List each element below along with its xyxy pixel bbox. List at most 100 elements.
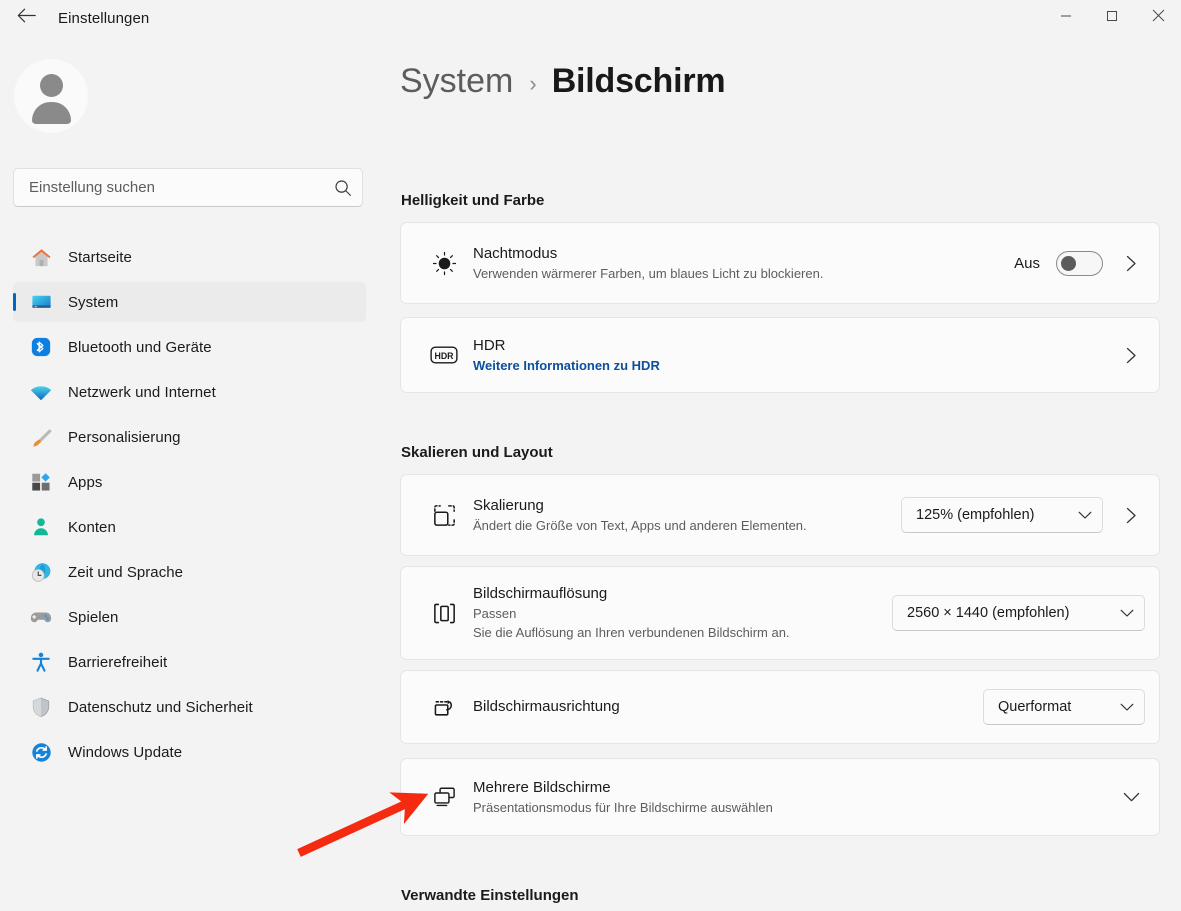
sidebar-nav: Startseite System Bluetooth und Geräte N…: [0, 232, 380, 777]
card-nachtmodus[interactable]: Nachtmodus Verwenden wärmerer Farben, um…: [400, 222, 1160, 304]
multiple-displays-icon: [415, 785, 473, 809]
breadcrumb-parent[interactable]: System: [400, 62, 513, 101]
chevron-right-icon[interactable]: [1117, 255, 1145, 272]
wifi-icon: [25, 380, 57, 404]
chevron-right-icon[interactable]: [1117, 507, 1145, 524]
avatar-head: [39, 74, 63, 97]
night-mode-toggle[interactable]: [1056, 250, 1103, 276]
selection-indicator: [13, 293, 16, 311]
arrow-left-icon: [17, 8, 36, 28]
sidebar-item-label: Datenschutz und Sicherheit: [68, 698, 253, 716]
card-bildschirmausrichtung[interactable]: Bildschirmausrichtung Querformat: [400, 670, 1160, 744]
sidebar-item-windows-update[interactable]: Windows Update: [13, 732, 366, 772]
card-title: Nachtmodus: [473, 244, 558, 262]
avatar[interactable]: [14, 59, 88, 133]
card-subtitle: Präsentationsmodus für Ihre Bildschirme …: [473, 799, 773, 815]
sidebar-item-label: Startseite: [68, 248, 132, 266]
page-title: Bildschirm: [551, 62, 726, 100]
sidebar-item-barrierefreiheit[interactable]: Barrierefreiheit: [13, 642, 366, 682]
hdr-badge-icon: HDR: [415, 344, 473, 366]
sidebar-item-datenschutz-und-sicherheit[interactable]: Datenschutz und Sicherheit: [13, 687, 366, 727]
scale-resize-icon: [415, 502, 473, 529]
search-icon[interactable]: [324, 179, 362, 197]
sidebar-item-spielen[interactable]: Spielen: [13, 597, 366, 637]
sidebar-item-konten[interactable]: Konten: [13, 507, 366, 547]
svg-text:HDR: HDR: [435, 351, 455, 361]
sidebar-item-system[interactable]: System: [13, 282, 366, 322]
card-hdr[interactable]: HDR HDR Weitere Informationen zu HDR: [400, 317, 1160, 393]
scaling-dropdown-value: 125% (empfohlen): [916, 507, 1035, 523]
card-skalierung[interactable]: Skalierung Ändert die Größe von Text, Ap…: [400, 474, 1160, 556]
section-heading-skalieren-und-layout: Skalieren und Layout: [401, 444, 553, 461]
card-mehrere-bildschirme[interactable]: Mehrere Bildschirme Präsentationsmodus f…: [400, 758, 1160, 836]
sidebar-item-label: Konten: [68, 518, 116, 536]
maximize-icon: [1106, 9, 1118, 27]
card-subtitle: Verwenden wärmerer Farben, um blaues Lic…: [473, 265, 824, 281]
sidebar-item-apps[interactable]: Apps: [13, 462, 366, 502]
back-button[interactable]: [4, 2, 48, 34]
card-title: Mehrere Bildschirme: [473, 778, 611, 796]
accounts-person-icon: [25, 516, 57, 538]
hdr-learn-more-link[interactable]: Weitere Informationen zu HDR: [473, 357, 1117, 375]
main-content: System › Bildschirm Helligkeit und Farbe…: [380, 36, 1181, 911]
sidebar-item-startseite[interactable]: Startseite: [13, 237, 366, 277]
night-light-sun-icon: [415, 250, 473, 277]
chevron-down-icon: [1120, 703, 1134, 712]
card-title: HDR: [473, 336, 506, 354]
card-title: Skalierung: [473, 496, 544, 514]
clock-globe-icon: [25, 561, 57, 584]
window-title: Einstellungen: [58, 9, 150, 27]
display-orientation-icon: [415, 694, 473, 721]
card-text: HDR Weitere Informationen zu HDR: [473, 336, 1117, 375]
maximize-button[interactable]: [1089, 0, 1135, 36]
card-controls: [1117, 347, 1145, 364]
close-icon: [1152, 9, 1165, 27]
resolution-dropdown[interactable]: 2560 × 1440 (empfohlen): [892, 595, 1145, 631]
home-icon: [25, 246, 57, 269]
system-monitor-icon: [25, 291, 57, 314]
close-button[interactable]: [1135, 0, 1181, 36]
minimize-button[interactable]: [1043, 0, 1089, 36]
card-bildschirmaufloesung[interactable]: Bildschirmauflösung Passen Sie die Auflö…: [400, 566, 1160, 660]
avatar-body: [31, 102, 71, 124]
sidebar-item-zeit-und-sprache[interactable]: Zeit und Sprache: [13, 552, 366, 592]
card-controls: Querformat: [983, 689, 1145, 725]
paintbrush-icon: [25, 426, 57, 449]
card-title: Bildschirmausrichtung: [473, 698, 620, 715]
card-controls: [1117, 792, 1145, 803]
sidebar-item-netzwerk-und-internet[interactable]: Netzwerk und Internet: [13, 372, 366, 412]
bluetooth-icon: [25, 336, 57, 358]
toggle-state-label: Aus: [1014, 254, 1040, 272]
card-title: Bildschirmauflösung: [473, 585, 608, 602]
chevron-right-icon[interactable]: [1117, 347, 1145, 364]
search-box[interactable]: [13, 168, 363, 207]
sidebar-item-bluetooth-und-geraete[interactable]: Bluetooth und Geräte: [13, 327, 366, 367]
card-controls: 2560 × 1440 (empfohlen): [892, 595, 1145, 631]
chevron-down-icon[interactable]: [1117, 792, 1145, 803]
avatar-image: [14, 59, 88, 133]
sidebar-item-personalisierung[interactable]: Personalisierung: [13, 417, 366, 457]
card-subtitle: Ändert die Größe von Text, Apps und ande…: [473, 517, 807, 533]
update-refresh-icon: [25, 741, 57, 764]
orientation-dropdown-value: Querformat: [998, 699, 1072, 715]
sidebar-item-label: Windows Update: [68, 743, 183, 761]
sidebar-item-label: Barrierefreiheit: [68, 653, 168, 671]
chevron-right-icon: ›: [529, 71, 537, 96]
search-input[interactable]: [14, 179, 324, 196]
section-heading-verwandte-einstellungen: Verwandte Einstellungen: [401, 887, 579, 904]
sidebar: Startseite System: [0, 36, 380, 911]
apps-icon: [25, 471, 57, 493]
card-subtitle-line1: Passen: [473, 606, 517, 621]
scaling-dropdown[interactable]: 125% (empfohlen): [901, 497, 1103, 533]
card-text: Skalierung Ändert die Größe von Text, Ap…: [473, 496, 901, 535]
orientation-dropdown[interactable]: Querformat: [983, 689, 1145, 725]
sidebar-item-label: Apps: [68, 473, 103, 491]
sidebar-item-label: Netzwerk und Internet: [68, 383, 216, 401]
gamepad-icon: [25, 605, 57, 629]
chevron-down-icon: [1078, 511, 1092, 520]
card-controls: Aus: [1014, 250, 1145, 276]
sidebar-item-label: Spielen: [68, 608, 119, 626]
chevron-down-icon: [1120, 609, 1134, 618]
shield-icon: [25, 696, 57, 718]
toggle-knob: [1061, 255, 1076, 271]
